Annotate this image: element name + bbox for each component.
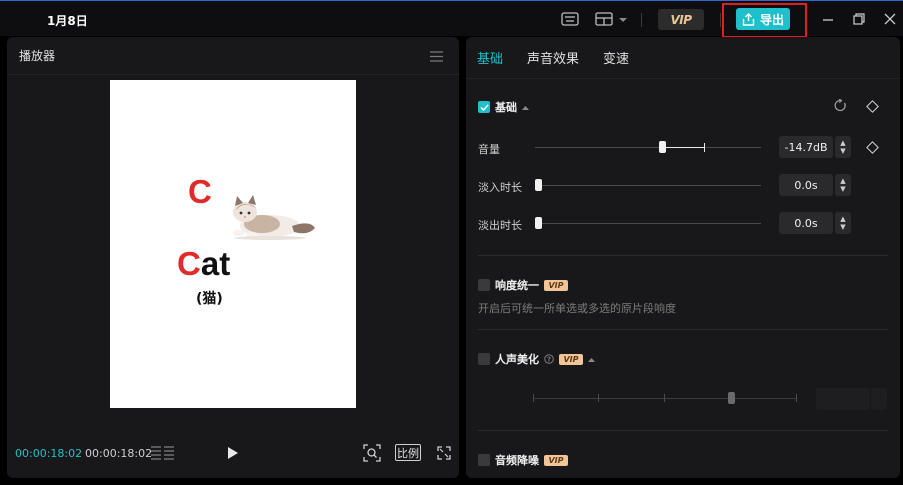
voice-slider-track (533, 398, 797, 399)
volume-default-tick (704, 143, 705, 152)
project-title: 1月8日 (47, 14, 88, 28)
canvas-word-first: C (177, 245, 201, 282)
tab-basic[interactable]: 基础 (477, 48, 503, 67)
keyboard-icon[interactable] (560, 9, 580, 29)
voice-title: 人声美化 (495, 353, 539, 366)
current-time: 00:00:18:02 (15, 447, 83, 460)
fade-out-stepper[interactable]: ▲ ▼ (835, 212, 851, 234)
volume-slider-fill (663, 147, 704, 148)
preview-canvas[interactable]: C Cat (猫) (110, 80, 356, 408)
collapse-icon[interactable] (588, 357, 595, 362)
fade-out-slider-track[interactable] (535, 223, 761, 224)
voice-checkbox[interactable] (478, 353, 490, 365)
divider (641, 13, 642, 27)
canvas-word-rest: at (200, 245, 231, 282)
volume-keyframe-icon[interactable] (866, 141, 879, 154)
section-divider (478, 329, 888, 330)
fade-in-slider-handle[interactable] (535, 179, 542, 191)
ratio-button[interactable]: 比例 (395, 444, 421, 461)
denoise-title: 音频降噪 (495, 454, 539, 467)
layout-icon[interactable] (595, 9, 629, 29)
fade-out-slider-handle[interactable] (535, 217, 542, 229)
export-icon (742, 12, 755, 26)
fullscreen-icon[interactable] (436, 445, 452, 461)
basic-section-header[interactable]: 基础 (478, 99, 529, 115)
voice-slider-tick (598, 394, 599, 402)
volume-slider-track[interactable] (535, 147, 761, 148)
denoise-checkbox[interactable] (478, 454, 490, 466)
fade-in-input[interactable]: 0.0s (779, 174, 833, 196)
voice-stepper-disabled (871, 388, 887, 410)
basic-section-title: 基础 (495, 101, 517, 114)
voice-slider-tick (796, 394, 797, 402)
section-divider (478, 430, 888, 431)
basic-checkbox[interactable] (478, 101, 490, 113)
volume-input[interactable]: -14.7dB (779, 136, 833, 158)
loudness-title: 响度统一 (495, 279, 539, 292)
tab-speed[interactable]: 变速 (603, 48, 629, 67)
total-time: 00:00:18:02 (85, 447, 153, 460)
minimize-icon[interactable] (820, 11, 836, 27)
voice-slider-handle (728, 392, 735, 404)
title-bar: 1月8日 VIP 导出 (0, 0, 903, 38)
loudness-checkbox[interactable] (478, 279, 490, 291)
menu-icon[interactable] (430, 51, 443, 65)
export-button[interactable]: 导出 (736, 8, 790, 30)
export-label: 导出 (759, 12, 784, 27)
vip-label: VIP (670, 12, 692, 27)
fade-out-input[interactable]: 0.0s (779, 212, 833, 234)
restore-icon[interactable] (851, 11, 867, 27)
player-header: 播放器 (7, 37, 459, 75)
canvas-word: Cat (177, 245, 230, 283)
voice-slider-tick (533, 394, 534, 402)
loudness-description: 开启后可统一所单选或多选的原片段响度 (478, 302, 676, 315)
player-panel: 播放器 C Cat (猫) 00:00:18:02 00:00:18:02 比例 (7, 37, 459, 478)
play-icon[interactable] (225, 445, 241, 461)
voice-input-disabled (816, 388, 870, 410)
section-divider (478, 255, 888, 256)
vip-tag: VIP (544, 279, 568, 291)
timeline-grid-icon[interactable] (151, 443, 175, 463)
volume-label: 音量 (478, 143, 500, 156)
help-icon[interactable]: ? (544, 354, 554, 364)
svg-text:?: ? (547, 356, 551, 364)
vip-tag: VIP (559, 353, 583, 365)
denoise-section-header[interactable]: 音频降噪 VIP (478, 452, 568, 468)
fit-view-icon[interactable] (363, 444, 381, 462)
canvas-word-cn: (猫) (196, 291, 223, 307)
audio-properties-panel: 基础 声音效果 变速 基础 音量 -14.7dB ▲ ▼ 淡入时长 0.0s ▲ ▼… (466, 37, 900, 478)
tab-bar: 基础 声音效果 变速 (466, 37, 900, 79)
collapse-icon[interactable] (522, 105, 529, 110)
loudness-section-header[interactable]: 响度统一 VIP (478, 277, 568, 293)
reset-icon[interactable] (834, 98, 847, 115)
player-title: 播放器 (19, 49, 56, 63)
divider (720, 13, 721, 27)
fade-in-label: 淡入时长 (478, 181, 522, 194)
canvas-letter: C (188, 173, 212, 210)
vip-button[interactable]: VIP (658, 9, 704, 30)
fade-in-stepper[interactable]: ▲ ▼ (835, 174, 851, 196)
volume-stepper[interactable]: ▲ ▼ (835, 136, 851, 158)
volume-slider-handle[interactable] (659, 141, 666, 153)
keyframe-icon[interactable] (866, 100, 879, 113)
tab-sound-effects[interactable]: 声音效果 (527, 48, 579, 67)
voice-slider-tick (664, 394, 665, 402)
fade-out-label: 淡出时长 (478, 219, 522, 232)
fade-in-slider-track[interactable] (535, 185, 761, 186)
close-icon[interactable] (882, 11, 898, 27)
vip-tag: VIP (544, 454, 568, 466)
cat-illustration (233, 195, 315, 240)
voice-section-header[interactable]: 人声美化 ? VIP (478, 351, 595, 367)
